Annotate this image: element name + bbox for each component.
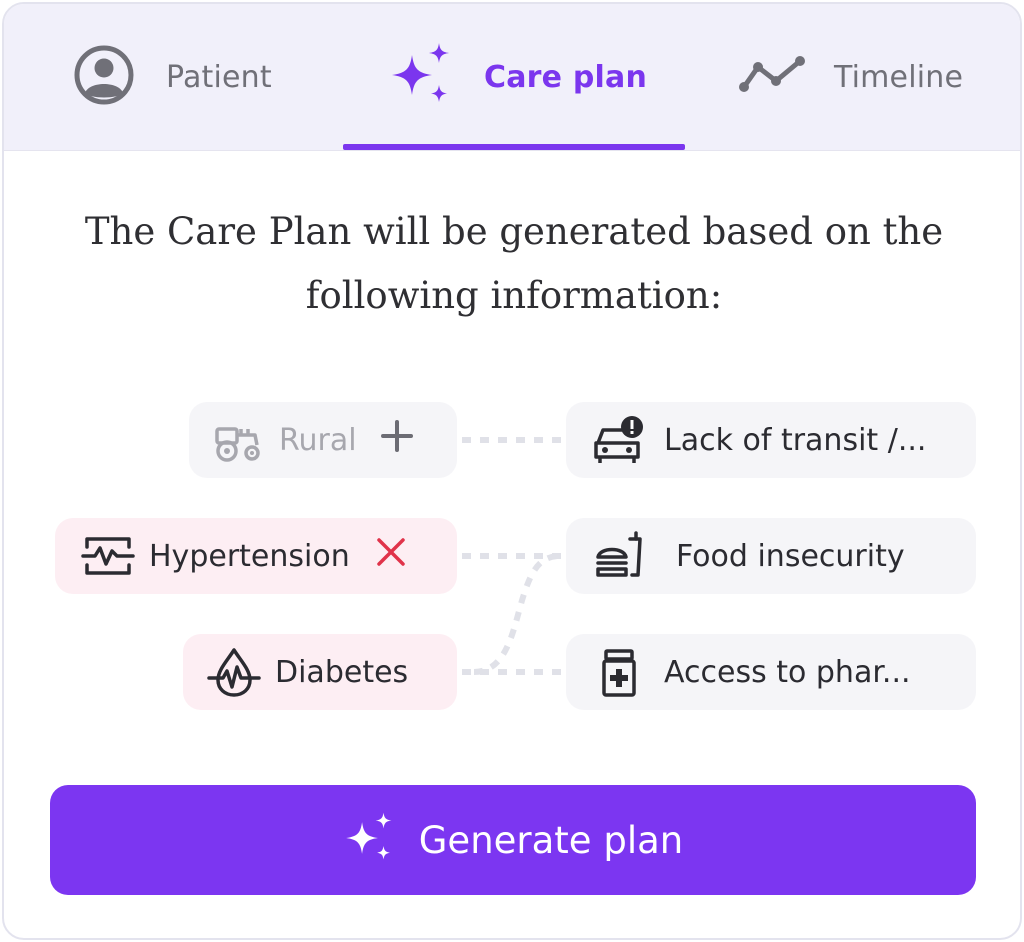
sparkles-icon	[388, 41, 456, 113]
active-tab-indicator	[343, 144, 685, 150]
medicine-bottle-icon	[592, 645, 646, 699]
tab-patient-label: Patient	[166, 59, 272, 95]
intro-line-2: following information:	[305, 274, 723, 317]
factor-transit-label: Lack of transit /...	[664, 422, 927, 458]
condition-hypertension: Hypertension	[55, 518, 457, 594]
factor-transit: Lack of transit /...	[566, 402, 976, 478]
connector-diabetes-food	[473, 553, 561, 675]
tab-timeline-label: Timeline	[834, 59, 964, 95]
blood-drop-pulse-icon	[207, 645, 261, 699]
generate-plan-label: Generate plan	[418, 818, 684, 862]
condition-hypertension-label: Hypertension	[149, 538, 350, 574]
timeline-icon	[738, 55, 808, 99]
condition-rural: Rural	[189, 402, 457, 478]
intro-text: The Care Plan will be generated based on…	[44, 200, 984, 328]
tab-bar: Patient Care plan Timeline	[4, 4, 1020, 151]
intro-line-1: The Care Plan will be generated based on…	[84, 210, 944, 253]
factor-pharmacy-access-label: Access to phar...	[664, 654, 911, 690]
sparkles-icon	[343, 811, 397, 869]
car-alert-icon	[592, 413, 646, 467]
food-icon	[594, 529, 648, 583]
condition-diabetes: Diabetes	[183, 634, 457, 710]
tab-timeline[interactable]: Timeline	[738, 4, 963, 150]
tab-care-plan[interactable]: Care plan	[388, 4, 647, 150]
generate-plan-button[interactable]: Generate plan	[50, 785, 976, 895]
close-icon[interactable]	[374, 535, 408, 577]
heart-monitor-icon	[81, 529, 135, 583]
care-plan-card: Patient Care plan Timeline The Care Plan…	[2, 2, 1022, 940]
user-circle-icon	[72, 43, 136, 111]
condition-diabetes-label: Diabetes	[275, 654, 409, 690]
tractor-icon	[211, 413, 265, 467]
factor-food-insecurity: Food insecurity	[566, 518, 976, 594]
condition-rural-label: Rural	[279, 422, 357, 458]
tab-care-plan-label: Care plan	[484, 59, 648, 95]
tab-patient[interactable]: Patient	[72, 4, 272, 150]
factor-pharmacy-access: Access to phar...	[566, 634, 976, 710]
plus-icon[interactable]	[379, 418, 415, 462]
factor-food-insecurity-label: Food insecurity	[676, 538, 905, 574]
